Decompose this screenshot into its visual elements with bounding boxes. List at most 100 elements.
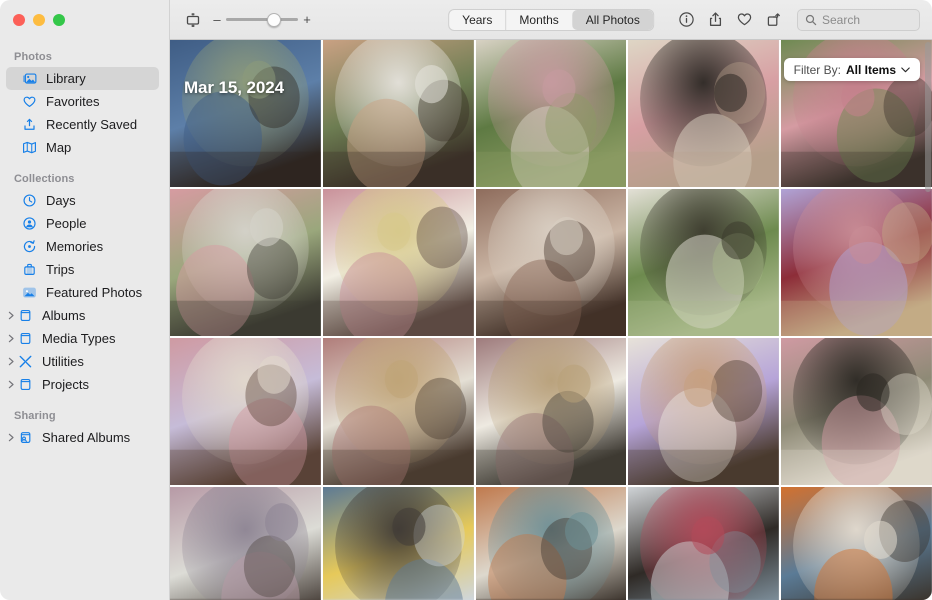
tab-months[interactable]: Months — [505, 9, 571, 30]
sidebar-item-memories[interactable]: Memories — [6, 235, 159, 258]
sidebar-item-days[interactable]: Days — [6, 189, 159, 212]
rotate-icon[interactable] — [760, 8, 786, 32]
tab-all-photos[interactable]: All Photos — [571, 9, 653, 30]
chevron-down-icon — [901, 66, 910, 72]
disclosure-triangle-icon[interactable] — [6, 357, 17, 366]
photo-thumbnail[interactable] — [322, 338, 474, 485]
photo-image — [170, 338, 321, 485]
photo-thumbnail[interactable] — [475, 338, 627, 485]
featured-photo-icon — [22, 285, 41, 300]
photo-thumbnail[interactable] — [475, 40, 627, 187]
slider-thumb[interactable] — [267, 12, 281, 27]
tools-icon — [19, 355, 32, 368]
library-icon — [23, 73, 37, 84]
sidebar-item-label: People — [46, 216, 87, 231]
sidebar-item-people[interactable]: People — [6, 212, 159, 235]
sidebar-item-label: Media Types — [42, 331, 116, 346]
view-options-icon[interactable] — [180, 8, 206, 32]
zoom-button[interactable] — [53, 14, 65, 26]
photo-thumbnail[interactable] — [170, 338, 321, 485]
window-controls — [0, 0, 169, 40]
filter-by-label: Filter By: — [793, 62, 841, 77]
photo-image — [781, 487, 932, 600]
photo-thumbnail[interactable] — [781, 189, 932, 336]
photo-thumbnail[interactable] — [170, 40, 321, 187]
photo-thumbnail[interactable] — [170, 487, 321, 600]
suitcase-icon — [22, 262, 41, 277]
album-icon — [20, 378, 31, 391]
photos-app-window: Photos Library Favorites Recently Saved M… — [0, 0, 932, 600]
suitcase-icon — [24, 263, 35, 275]
zoom-in-label[interactable]: + — [303, 13, 311, 26]
photo-thumbnail[interactable] — [628, 189, 780, 336]
photo-thumbnail[interactable] — [628, 487, 780, 600]
sidebar-item-recently-saved[interactable]: Recently Saved — [6, 113, 159, 136]
sidebar-item-media-types[interactable]: Media Types — [6, 327, 159, 350]
sidebar-item-utilities[interactable]: Utilities — [6, 350, 159, 373]
sidebar: Photos Library Favorites Recently Saved M… — [0, 0, 170, 600]
sidebar-item-library[interactable]: Library — [6, 67, 159, 90]
sidebar-item-projects[interactable]: Projects — [6, 373, 159, 396]
sidebar-item-albums[interactable]: Albums — [6, 304, 159, 327]
search-placeholder: Search — [822, 12, 861, 27]
photo-image — [322, 338, 474, 485]
view-mode-segmented-control[interactable]: Years Months All Photos — [448, 8, 654, 31]
photo-image — [475, 189, 627, 336]
photo-thumbnail[interactable] — [781, 338, 932, 485]
sidebar-item-label: Library — [46, 71, 86, 86]
library-icon — [22, 71, 41, 86]
sidebar-item-trips[interactable]: Trips — [6, 258, 159, 281]
sidebar-item-favorites[interactable]: Favorites — [6, 90, 159, 113]
sidebar-item-map[interactable]: Map — [6, 136, 159, 159]
favorite-heart-icon[interactable] — [731, 8, 757, 32]
sidebar-item-label: Trips — [46, 262, 75, 277]
photo-image — [628, 338, 780, 485]
photo-thumbnail[interactable] — [781, 487, 932, 600]
vertical-scrollbar[interactable] — [925, 42, 931, 192]
album-icon — [20, 309, 31, 322]
zoom-out-label[interactable]: – — [213, 13, 221, 26]
album-icon — [18, 377, 37, 392]
photo-image — [322, 487, 474, 600]
disclosure-triangle-icon — [8, 380, 14, 389]
sidebar-item-label: Utilities — [42, 354, 84, 369]
photo-thumbnail[interactable] — [170, 189, 321, 336]
photo-thumbnail[interactable] — [322, 487, 474, 600]
slider-track — [226, 18, 298, 21]
search-field[interactable]: Search — [797, 8, 920, 31]
filter-by-dropdown[interactable]: Filter By: All Items — [783, 58, 920, 81]
disclosure-triangle-icon[interactable] — [6, 380, 17, 389]
info-icon[interactable] — [673, 8, 699, 32]
sidebar-scroll-area: Photos Library Favorites Recently Saved M… — [0, 40, 169, 600]
photo-image — [475, 40, 627, 187]
disclosure-triangle-icon — [8, 357, 14, 366]
share-icon[interactable] — [702, 8, 728, 32]
disclosure-triangle-icon[interactable] — [6, 334, 17, 343]
disclosure-triangle-icon[interactable] — [6, 433, 17, 442]
thumbnail-size-slider[interactable] — [226, 12, 298, 27]
photo-image — [781, 189, 932, 336]
photo-thumbnail[interactable] — [475, 487, 627, 600]
disclosure-triangle-icon — [8, 311, 14, 320]
photo-thumbnail[interactable] — [475, 189, 627, 336]
tools-icon — [18, 354, 37, 369]
memories-icon — [22, 239, 41, 254]
sidebar-item-featured-photos[interactable]: Featured Photos — [6, 281, 159, 304]
photo-image — [170, 487, 321, 600]
photo-thumbnail[interactable] — [322, 40, 474, 187]
tab-years[interactable]: Years — [449, 10, 505, 30]
disclosure-triangle-icon[interactable] — [6, 311, 17, 320]
photo-thumbnail[interactable] — [628, 338, 780, 485]
map-icon — [23, 141, 36, 154]
photo-image — [475, 487, 627, 600]
sidebar-item-label: Days — [46, 193, 76, 208]
photo-thumbnail[interactable] — [322, 189, 474, 336]
photo-image — [475, 338, 627, 485]
clock-icon — [22, 193, 41, 208]
minimize-button[interactable] — [33, 14, 45, 26]
sidebar-item-shared-albums[interactable]: Shared Albums — [6, 426, 159, 449]
memories-icon — [23, 240, 36, 253]
person-circle-icon — [23, 217, 36, 230]
photo-thumbnail[interactable] — [628, 40, 780, 187]
close-button[interactable] — [13, 14, 25, 26]
